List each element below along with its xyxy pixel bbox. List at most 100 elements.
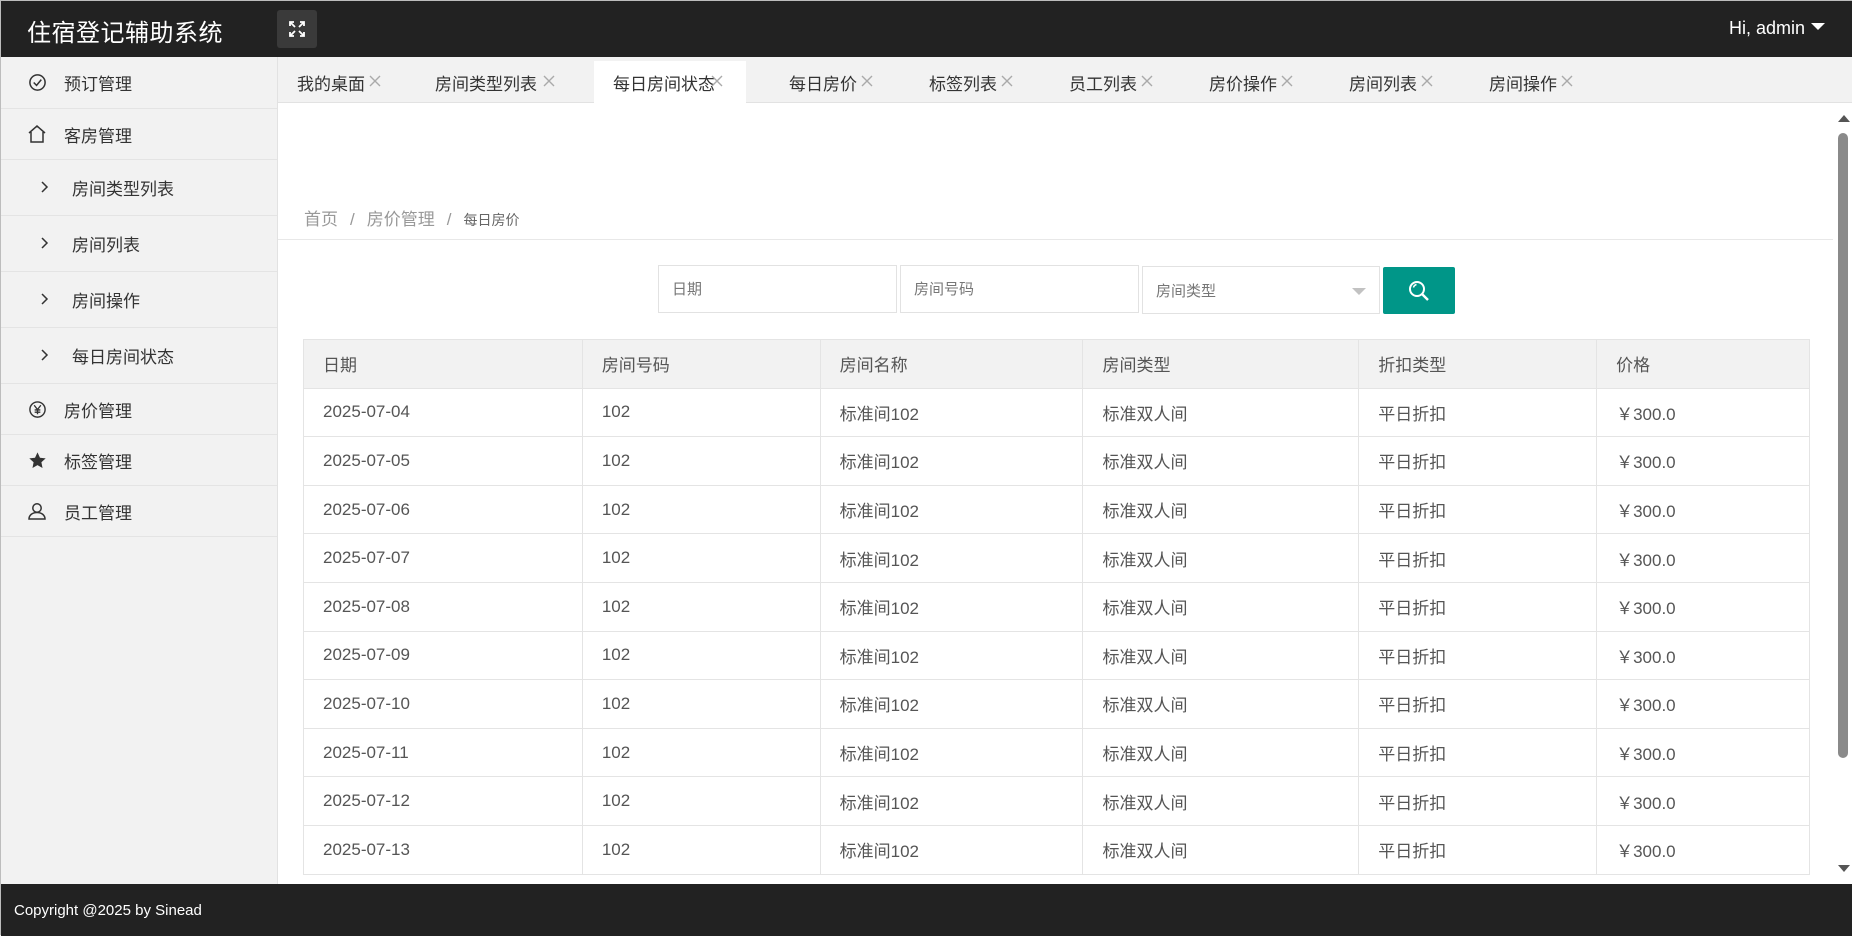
table-cell: 标准间102 <box>819 776 1084 826</box>
price-table: 日期 房间号码 房间名称 房间类型 折扣类型 价格 2025-07-04 102 标… <box>303 339 1810 875</box>
tab-bar: 我的桌面 房间类型列表 每日房间状态 每日房价 标签列表 员工列表 房价操作 房… <box>278 57 1852 103</box>
close-icon[interactable] <box>1560 74 1574 88</box>
table-cell: 平日折扣 <box>1358 581 1598 632</box>
sidebar-item-label: 客房管理 <box>64 126 132 146</box>
table-cell: 标准双人间 <box>1082 679 1360 729</box>
table-cell: 102 <box>581 484 821 535</box>
sidebar-item-rooms[interactable]: 客房管理 <box>1 109 277 160</box>
table-cell: 102 <box>581 824 821 875</box>
close-icon[interactable] <box>368 74 382 88</box>
table-cell: 平日折扣 <box>1358 776 1598 826</box>
vertical-scrollbar[interactable] <box>1833 103 1852 884</box>
sidebar-item-tags[interactable]: 标签管理 <box>1 435 277 486</box>
table-cell: 2025-07-10 <box>303 679 583 729</box>
fullscreen-button[interactable] <box>277 10 317 48</box>
star-icon <box>27 450 47 470</box>
search-button[interactable] <box>1383 267 1455 314</box>
sidebar-subitem-label: 每日房间状态 <box>72 348 174 367</box>
close-icon[interactable] <box>1420 74 1434 88</box>
chevron-right-icon <box>41 290 49 310</box>
breadcrumb-section[interactable]: 房价管理 <box>367 210 435 229</box>
table-cell: ￥300.0 <box>1596 581 1810 632</box>
table-cell: 标准间102 <box>819 679 1084 729</box>
sidebar-item-reservation[interactable]: 预订管理 <box>1 57 277 109</box>
breadcrumb-separator: / <box>350 210 355 229</box>
room-type-select[interactable]: 房间类型 <box>1142 266 1380 314</box>
table-cell: 102 <box>581 776 821 826</box>
table-row: 2025-07-13 102 标准间102 标准双人间 平日折扣 ￥300.0 <box>303 824 1810 875</box>
expand-icon <box>289 21 305 37</box>
copyright-text: Copyright @2025 by Sinead <box>14 901 202 919</box>
tab-room-type-list[interactable]: 房间类型列表 <box>416 61 578 103</box>
table-row: 2025-07-09 102 标准间102 标准双人间 平日折扣 ￥300.0 <box>303 630 1810 681</box>
close-icon[interactable] <box>542 74 556 88</box>
table-cell: 标准双人间 <box>1082 824 1360 875</box>
table-cell: 标准双人间 <box>1082 727 1360 778</box>
table-cell: 2025-07-05 <box>303 436 583 486</box>
sidebar-item-label: 标签管理 <box>64 452 132 472</box>
sidebar-subitem-room-type-list[interactable]: 房间类型列表 <box>1 160 277 216</box>
table-cell: 平日折扣 <box>1358 679 1598 729</box>
table-cell: 平日折扣 <box>1358 824 1598 875</box>
tab-my-desktop[interactable]: 我的桌面 <box>278 61 404 103</box>
scroll-up-icon[interactable] <box>1838 115 1850 122</box>
sidebar-item-label: 房价管理 <box>64 401 132 421</box>
table-cell: 2025-07-12 <box>303 776 583 826</box>
tab-tag-list[interactable]: 标签列表 <box>910 61 1036 103</box>
room-type-select-value: 房间类型 <box>1156 282 1217 300</box>
column-header: 房间名称 <box>819 339 1084 389</box>
breadcrumb-current: 每日房价 <box>463 212 520 228</box>
tab-room-operation[interactable]: 房间操作 <box>1470 61 1596 103</box>
table-cell: ￥300.0 <box>1596 484 1810 535</box>
user-icon <box>27 501 47 521</box>
tab-room-list[interactable]: 房间列表 <box>1330 61 1456 103</box>
user-menu[interactable]: Hi, admin <box>1729 18 1825 39</box>
date-input[interactable] <box>658 265 897 313</box>
sidebar-subitem-room-list[interactable]: 房间列表 <box>1 216 277 272</box>
sidebar-item-label: 预订管理 <box>64 75 132 94</box>
table-row: 2025-07-07 102 标准间102 标准双人间 平日折扣 ￥300.0 <box>303 533 1810 583</box>
tab-daily-price[interactable]: 每日房价 <box>770 61 896 103</box>
breadcrumb-home[interactable]: 首页 <box>304 210 338 229</box>
scrollbar-thumb[interactable] <box>1838 133 1848 758</box>
sidebar-item-staff[interactable]: 员工管理 <box>1 486 277 537</box>
close-icon[interactable] <box>1000 74 1014 88</box>
tab-label: 每日房价 <box>789 74 857 94</box>
table-cell: 标准双人间 <box>1082 387 1360 438</box>
tab-daily-room-status[interactable]: 每日房间状态 <box>594 61 746 103</box>
tab-staff-list[interactable]: 员工列表 <box>1050 61 1176 103</box>
close-icon[interactable] <box>1140 74 1154 88</box>
table-cell: 102 <box>581 387 821 438</box>
table-cell: 标准间102 <box>819 484 1084 535</box>
tab-label: 房间操作 <box>1489 74 1557 94</box>
close-icon[interactable] <box>710 74 724 88</box>
table-cell: 标准双人间 <box>1082 630 1360 681</box>
table-cell: 标准间102 <box>819 727 1084 778</box>
table-cell: 平日折扣 <box>1358 436 1598 486</box>
tab-price-operation[interactable]: 房价操作 <box>1190 61 1316 103</box>
sidebar-subitem-room-operation[interactable]: 房间操作 <box>1 272 277 328</box>
sidebar: 预订管理 客房管理 房间类型列表 房间列表 房间操作 每日房间状态 房价管理 标… <box>1 57 278 884</box>
chevron-right-icon <box>41 178 49 198</box>
chevron-down-icon <box>1352 288 1366 295</box>
table-cell: 2025-07-04 <box>303 387 583 438</box>
close-icon[interactable] <box>860 74 874 88</box>
table-cell: 标准间102 <box>819 436 1084 486</box>
table-cell: 2025-07-08 <box>303 581 583 632</box>
chevron-right-icon <box>41 234 49 254</box>
sidebar-item-label: 员工管理 <box>64 503 132 523</box>
table-cell: 102 <box>581 436 821 486</box>
app-title: 住宿登记辅助系统 <box>27 20 223 47</box>
room-number-input[interactable] <box>900 265 1139 313</box>
table-cell: 标准双人间 <box>1082 436 1360 486</box>
close-icon[interactable] <box>1280 74 1294 88</box>
sidebar-subitem-daily-room-status[interactable]: 每日房间状态 <box>1 328 277 384</box>
chevron-down-icon <box>1811 23 1825 30</box>
scroll-down-icon[interactable] <box>1838 865 1850 872</box>
table-cell: 2025-07-13 <box>303 824 583 875</box>
sidebar-item-pricing[interactable]: 房价管理 <box>1 384 277 435</box>
column-header: 房间类型 <box>1082 339 1360 389</box>
table-cell: 标准双人间 <box>1082 484 1360 535</box>
table-row: 2025-07-10 102 标准间102 标准双人间 平日折扣 ￥300.0 <box>303 679 1810 729</box>
column-header: 折扣类型 <box>1358 339 1598 389</box>
